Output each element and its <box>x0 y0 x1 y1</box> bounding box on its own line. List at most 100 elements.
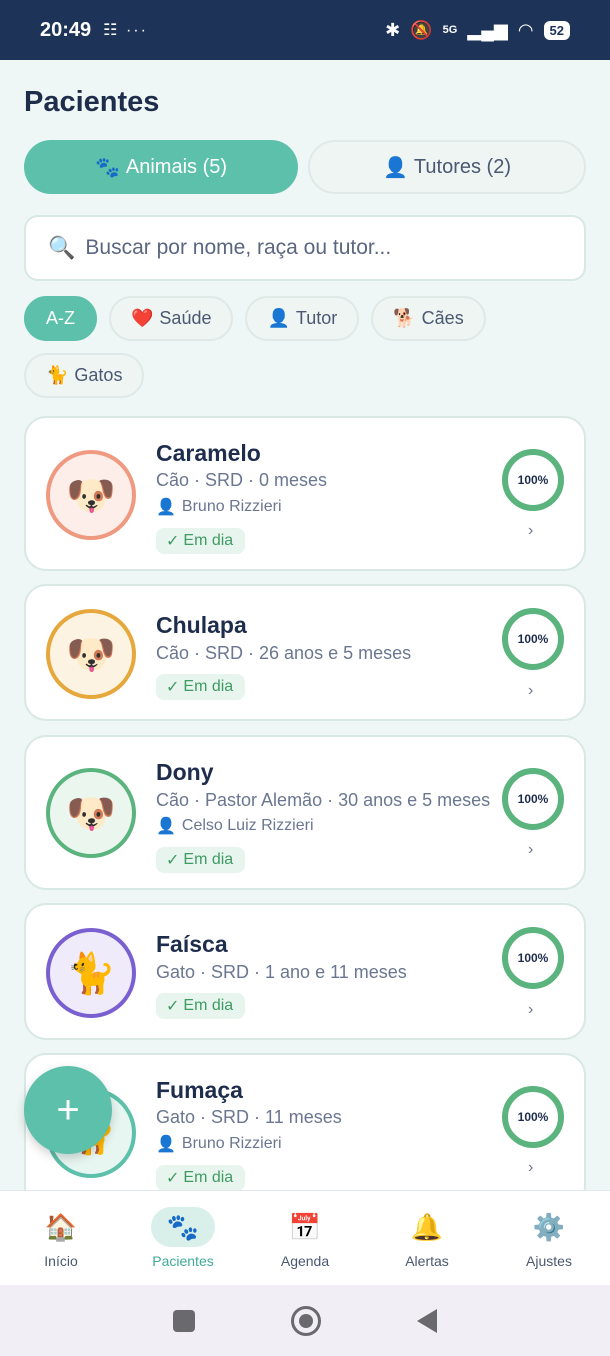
nav-label: Ajustes <box>526 1253 572 1269</box>
recents-icon[interactable] <box>173 1309 195 1332</box>
chip-label: Saúde <box>159 308 212 328</box>
back-icon[interactable] <box>417 1308 437 1333</box>
chevron-right-icon: › <box>528 1159 534 1176</box>
status-badge: ✓ Em dia <box>156 993 246 1019</box>
status-badge: ✓ Em dia <box>156 674 246 700</box>
heart-icon: ❤️ <box>131 308 154 328</box>
patient-meta: Cão · SRD · 26 anos e 5 meses <box>156 643 412 663</box>
nav-pacientes[interactable]: 🐾 Pacientes <box>122 1191 244 1285</box>
battery-icon: 52 <box>543 20 570 40</box>
patient-name: Fumaça <box>156 1077 243 1103</box>
tab-animais[interactable]: 🐾 Animais (5) <box>24 140 298 194</box>
status-bar: 20:49 ☷ ··· ✱ 🔕 5G ▂▄▆ ◠ 52 <box>0 0 610 60</box>
bell-icon: 🔔 <box>410 1211 444 1242</box>
nav-inicio[interactable]: 🏠 Início <box>0 1191 122 1285</box>
chip-label: Cães <box>421 308 464 328</box>
status-badge: ✓ Em dia <box>156 528 246 554</box>
nav-ajustes[interactable]: ⚙️ Ajustes <box>488 1191 610 1285</box>
status-time: 20:49 <box>40 18 92 41</box>
chevron-right-icon: › <box>528 522 534 539</box>
health-progress-ring: 100% <box>502 768 564 830</box>
patient-card-fumaca[interactable]: 🐈 Fumaça Gato · SRD · 11 meses 👤 Bruno R… <box>24 1053 586 1208</box>
dog-avatar-icon: 🐶 <box>46 768 136 858</box>
nav-label: Agenda <box>280 1253 330 1269</box>
patient-tutor: 👤 Bruno Rizzieri <box>156 1134 282 1154</box>
chip-caes[interactable]: 🐕 Cães <box>371 296 486 341</box>
status-label: Em dia <box>183 997 234 1014</box>
patient-card-faisca[interactable]: 🐈 Faísca Gato · SRD · 1 ano e 11 meses ✓… <box>24 903 586 1040</box>
chip-label: Gatos <box>74 365 123 385</box>
tab-tutores[interactable]: 👤 Tutores (2) <box>308 140 586 194</box>
person-icon: 👤 <box>156 499 176 516</box>
filter-chips: A-Z ❤️ Saúde 👤 Tutor 🐕 Cães 🐈 Gatos <box>24 296 586 398</box>
check-icon: ✓ <box>166 679 180 696</box>
check-icon: ✓ <box>166 852 180 869</box>
paw-icon: 🐾 <box>151 1207 215 1247</box>
tab-label: Tutores (2) <box>413 155 511 178</box>
gear-icon: ⚙️ <box>532 1211 566 1242</box>
check-icon: ✓ <box>166 1170 180 1187</box>
bottom-nav: 🏠 Início 🐾 Pacientes 📅 Agenda 🔔 Alertas … <box>0 1190 610 1285</box>
chip-saude[interactable]: ❤️ Saúde <box>109 296 234 341</box>
dog-icon: 🐕 <box>393 308 416 328</box>
tab-label: Animais (5) <box>125 155 228 178</box>
cat-avatar-icon: 🐈 <box>46 928 136 1018</box>
bluetooth-icon: ✱ <box>385 19 401 40</box>
nav-label: Pacientes <box>152 1253 214 1269</box>
search-box: 🔍 <box>24 215 586 281</box>
person-icon: 👤 <box>383 156 408 179</box>
search-input[interactable] <box>85 236 584 260</box>
nav-label: Início <box>44 1253 78 1269</box>
patient-meta: Gato · SRD · 1 ano e 11 meses <box>156 962 407 982</box>
patient-card-dony[interactable]: 🐶 Dony Cão · Pastor Alemão · 30 anos e 5… <box>24 735 586 890</box>
nav-alertas[interactable]: 🔔 Alertas <box>366 1191 488 1285</box>
status-label: Em dia <box>183 678 234 695</box>
chevron-right-icon: › <box>528 1001 534 1018</box>
cat-icon: 🐈 <box>46 365 69 385</box>
person-icon: 👤 <box>156 1136 176 1153</box>
person-icon: 👤 <box>156 818 176 835</box>
wifi-icon: ◠ <box>517 19 534 40</box>
health-progress-ring: 100% <box>502 1086 564 1148</box>
chevron-right-icon: › <box>528 841 534 858</box>
status-label: Em dia <box>183 851 234 868</box>
health-progress-ring: 100% <box>502 608 564 670</box>
home-icon: 🏠 <box>44 1211 78 1242</box>
health-progress-ring: 100% <box>502 449 564 511</box>
person-icon: 👤 <box>267 308 290 328</box>
nav-label: Alertas <box>405 1253 449 1269</box>
check-icon: ✓ <box>166 533 180 550</box>
notification-icons: ☷ ··· <box>103 22 148 39</box>
patient-name: Dony <box>156 759 214 785</box>
chip-tutor[interactable]: 👤 Tutor <box>245 296 360 341</box>
health-progress-ring: 100% <box>502 927 564 989</box>
status-badge: ✓ Em dia <box>156 847 246 873</box>
chevron-right-icon: › <box>528 682 534 699</box>
nav-agenda[interactable]: 📅 Agenda <box>244 1191 366 1285</box>
chip-a-z[interactable]: A-Z <box>24 296 97 341</box>
dog-avatar-icon: 🐶 <box>46 609 136 699</box>
status-badge: ✓ Em dia <box>156 1165 246 1191</box>
status-label: Em dia <box>183 532 234 549</box>
patient-card-chulapa[interactable]: 🐶 Chulapa Cão · SRD · 26 anos e 5 meses … <box>24 584 586 721</box>
paw-icon: 🐾 <box>94 156 120 179</box>
home-button-icon[interactable] <box>291 1305 321 1336</box>
chip-label: Tutor <box>295 308 338 328</box>
add-patient-button[interactable]: + <box>24 1066 112 1154</box>
patient-tutor: 👤 Celso Luiz Rizzieri <box>156 816 314 836</box>
chip-label: A-Z <box>46 308 75 328</box>
patient-card-caramelo[interactable]: 🐶 Caramelo Cão · SRD · 0 meses 👤 Bruno R… <box>24 416 586 571</box>
dog-avatar-icon: 🐶 <box>46 450 136 540</box>
page-title: Pacientes <box>24 86 160 118</box>
patient-meta: Cão · Pastor Alemão · 30 anos e 5 meses <box>156 790 491 810</box>
system-nav-bar <box>0 1285 610 1356</box>
signal-icon: ▂▄▆ <box>467 19 508 40</box>
tutor-name: Bruno Rizzieri <box>181 1135 282 1152</box>
patient-name: Faísca <box>156 931 228 957</box>
search-icon: 🔍 <box>48 235 76 260</box>
chip-gatos[interactable]: 🐈 Gatos <box>24 353 145 398</box>
tutor-name: Bruno Rizzieri <box>181 498 282 515</box>
mute-icon: 🔕 <box>410 19 433 40</box>
status-label: Em dia <box>183 1169 234 1186</box>
patient-tutor: 👤 Bruno Rizzieri <box>156 497 282 517</box>
